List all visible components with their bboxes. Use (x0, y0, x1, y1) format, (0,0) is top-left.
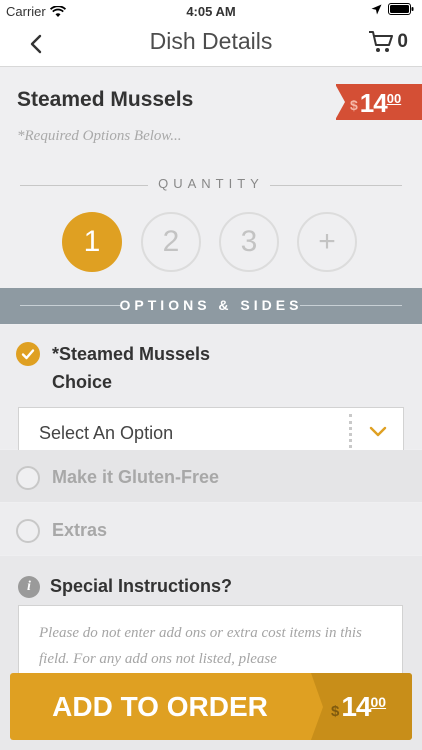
status-time: 4:05 AM (186, 4, 236, 19)
status-right (371, 3, 414, 15)
option-row-gluten-free[interactable]: Make it Gluten-Free (0, 450, 422, 502)
option-label-extras: Extras (52, 520, 108, 540)
chevron-down-icon (369, 426, 387, 437)
special-instructions-title: Special Instructions? (50, 576, 233, 596)
required-note: *Required Options Below... (17, 128, 182, 144)
quantity-option-1[interactable]: 1 (62, 212, 122, 272)
order-price-whole: 14 (341, 691, 371, 722)
order-price-currency: $ (331, 703, 340, 720)
battery-icon (388, 3, 414, 15)
special-instructions-placeholder: Please do not enter add ons or extra cos… (39, 625, 362, 667)
select-value: Select An Option (39, 423, 174, 443)
checkmark-icon (21, 349, 35, 360)
quantity-option-2[interactable]: 2 (141, 212, 201, 272)
add-to-order-label: ADD TO ORDER (52, 691, 268, 722)
status-bar: Carrier 4:05 AM (0, 0, 422, 22)
cart-count: 0 (397, 31, 408, 52)
cart-icon (369, 31, 394, 52)
order-price: $ 14 00 (311, 673, 412, 740)
quantity-label: QUANTITY (158, 176, 264, 191)
option-row-extras[interactable]: Extras (0, 503, 422, 555)
add-to-order-button[interactable]: ADD TO ORDER $ 14 00 (10, 673, 412, 740)
price-whole: 14 (359, 88, 388, 118)
quantity-label-row: QUANTITY (0, 176, 422, 196)
page-title: Dish Details (149, 28, 273, 54)
option-label-mussels-choice: *Steamed Mussels Choice (52, 344, 211, 392)
option-radio-gluten-free[interactable] (16, 466, 40, 490)
navigation-bar: Dish Details 0 (0, 22, 422, 67)
cart-button[interactable]: 0 (368, 30, 408, 54)
options-sides-header: OPTIONS & SIDES (0, 288, 422, 324)
option-label-gluten-free: Make it Gluten-Free (52, 467, 220, 487)
price-cents: 00 (386, 91, 402, 106)
price-currency: $ (350, 97, 358, 113)
location-arrow-icon (371, 4, 382, 14)
quantity-option-3[interactable]: 3 (219, 212, 279, 272)
price-tag: $ 14 00 (335, 84, 422, 120)
order-price-cents: 00 (370, 694, 387, 710)
dish-name: Steamed Mussels (17, 88, 194, 111)
option-checkbox-mussels-choice[interactable] (16, 342, 40, 366)
info-icon: i (18, 576, 40, 598)
quantity-increase-button[interactable]: + (297, 212, 357, 272)
option-radio-extras[interactable] (16, 519, 40, 543)
